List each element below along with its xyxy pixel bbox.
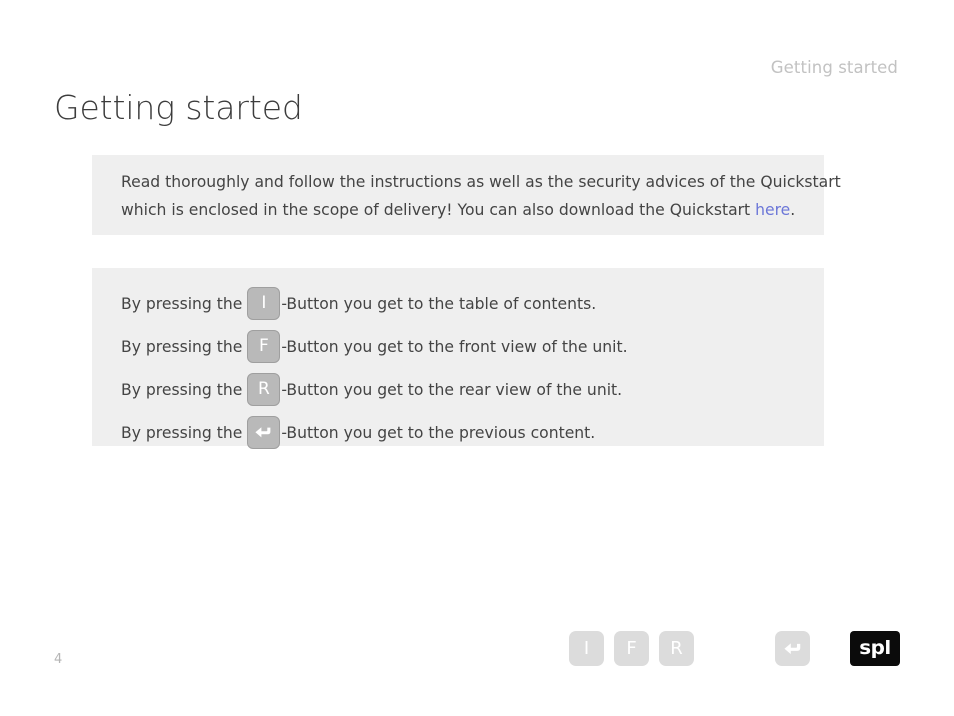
key-row-text-after: -Button you get to the front view of the…: [281, 337, 628, 356]
key-row-text-after: -Button you get to the table of contents…: [281, 294, 597, 313]
key-row-text-before: By pressing the: [121, 294, 243, 313]
key-label: F: [258, 336, 269, 356]
key-row: By pressing the I -Button you get to the…: [121, 282, 796, 325]
footer-letter-f-icon[interactable]: F: [614, 631, 649, 666]
footer-back-button-wrap: [775, 631, 810, 666]
page-title: Getting started: [54, 88, 303, 127]
key-row-text-after: -Button you get to the rear view of the …: [281, 380, 623, 399]
slide-root: Getting started Getting started Read tho…: [0, 0, 954, 716]
footer-letter-r-icon[interactable]: R: [659, 631, 694, 666]
running-header: Getting started: [770, 58, 898, 77]
footer-letter-i-icon[interactable]: I: [569, 631, 604, 666]
key-row-text-before: By pressing the: [121, 337, 243, 356]
key-row: By pressing the -Button you get to the p…: [121, 411, 796, 454]
key-row-text-before: By pressing the: [121, 380, 243, 399]
notice-line-2-suffix: .: [790, 201, 796, 219]
spl-logo: spl: [850, 631, 900, 666]
back-arrow-icon[interactable]: [247, 416, 281, 449]
spl-logo-text: spl: [859, 637, 891, 659]
key-row: By pressing the R -Button you get to the…: [121, 368, 796, 411]
key-label: R: [257, 379, 270, 399]
letter-r-icon[interactable]: R: [247, 373, 281, 406]
page-number: 4: [54, 652, 63, 667]
letter-f-icon[interactable]: F: [247, 330, 281, 363]
key-row-text-before: By pressing the: [121, 423, 243, 442]
footer-key-label: I: [583, 637, 590, 659]
notice-line-1: Read thoroughly and follow the instructi…: [121, 173, 841, 191]
footer-key-label: F: [626, 637, 637, 659]
footer-back-arrow-icon[interactable]: [775, 631, 810, 666]
notice-line-2-text: which is enclosed in the scope of delive…: [121, 201, 756, 219]
letter-i-icon[interactable]: I: [247, 287, 281, 320]
key-row-text-after: -Button you get to the previous content.: [281, 423, 596, 442]
footer-nav-buttons: I F R: [569, 631, 694, 666]
key-legend-panel: By pressing the I -Button you get to the…: [92, 268, 824, 449]
footer-key-label: R: [670, 637, 683, 659]
notice-panel: Read thoroughly and follow the instructi…: [92, 155, 841, 235]
key-label: I: [261, 293, 267, 313]
quickstart-download-link[interactable]: here: [755, 201, 790, 219]
key-row: By pressing the F -Button you get to the…: [121, 325, 796, 368]
notice-line-2: which is enclosed in the scope of delive…: [121, 196, 796, 224]
